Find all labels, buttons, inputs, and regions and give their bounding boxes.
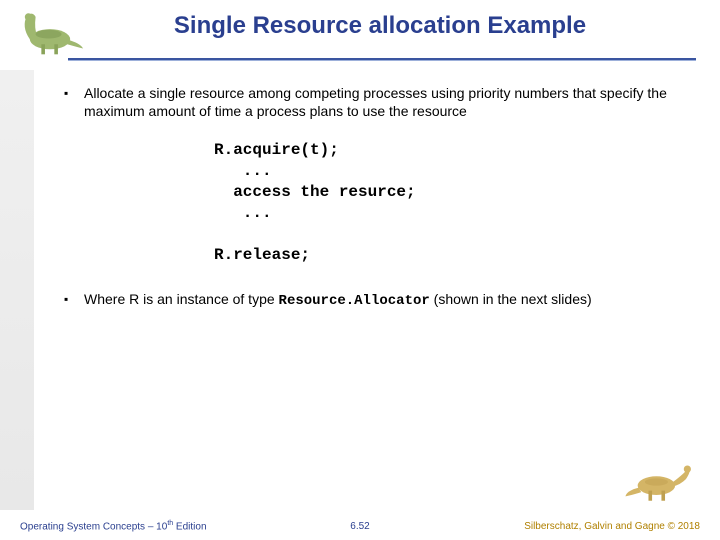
bullet-item: ▪ Where R is an instance of type Resourc…: [64, 290, 690, 310]
bullet-marker-icon: ▪: [64, 290, 84, 310]
left-sidebar: [0, 70, 34, 510]
code-block: R.acquire(t); ... access the resurce; ..…: [214, 140, 690, 266]
title-underline: [68, 58, 696, 61]
bullet-text-mono: Resource.Allocator: [279, 293, 430, 309]
bullet-text-pre: Where R is an instance of type: [84, 291, 279, 307]
dinosaur-icon: [14, 6, 86, 58]
slide-footer: Operating System Concepts – 10th Edition…: [0, 512, 720, 532]
footer-copyright: Silberschatz, Galvin and Gagne © 2018: [524, 521, 700, 532]
dinosaur-icon: [624, 460, 696, 504]
bullet-text-post: (shown in the next slides): [430, 291, 592, 307]
bullet-marker-icon: ▪: [64, 84, 84, 120]
bullet-text: Where R is an instance of type Resource.…: [84, 290, 690, 310]
slide-title: Single Resource allocation Example: [0, 12, 720, 40]
bullet-text: Allocate a single resource among competi…: [84, 84, 690, 120]
bullet-item: ▪ Allocate a single resource among compe…: [64, 84, 690, 120]
slide-content: ▪ Allocate a single resource among compe…: [64, 84, 690, 500]
slide-header: Single Resource allocation Example: [0, 0, 720, 70]
